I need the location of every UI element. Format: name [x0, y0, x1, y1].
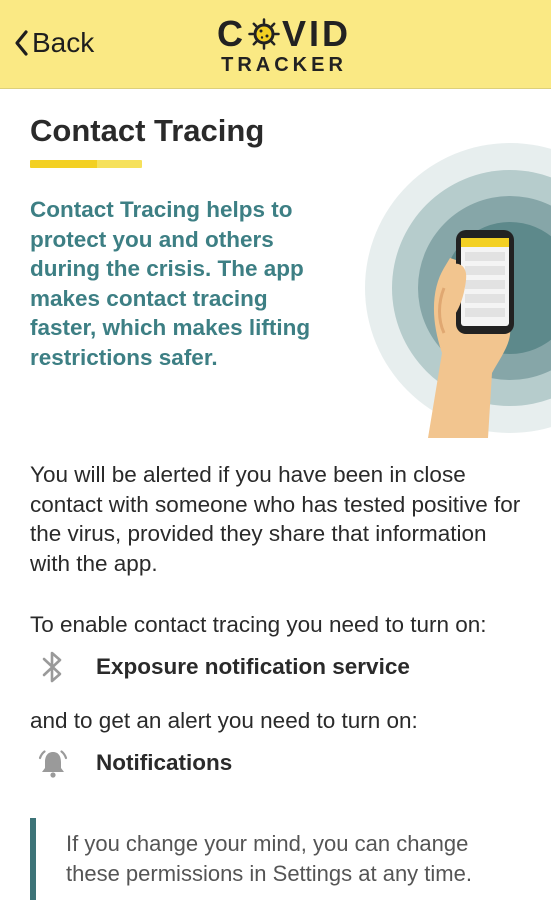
note-accent-bar	[30, 818, 36, 900]
back-button[interactable]: Back	[12, 26, 94, 60]
chevron-left-icon	[15, 30, 28, 56]
permission-exposure-notification: Exposure notification service	[36, 650, 410, 684]
permission-1-label: Exposure notification service	[96, 654, 410, 679]
settings-note: If you change your mind, you can change …	[66, 831, 472, 886]
permission-notifications: Notifications	[36, 746, 232, 780]
covid-tracker-logo: C VID TRACKER	[216, 13, 351, 77]
enable-instruction: To enable contact tracing you need to tu…	[30, 612, 487, 637]
virus-icon	[248, 18, 280, 50]
bell-icon	[36, 746, 70, 780]
intro-text: Contact Tracing helps to protect you and…	[30, 197, 311, 370]
page-title: Contact Tracing	[30, 113, 265, 148]
back-label: Back	[32, 27, 95, 58]
app-header: Back C VID TRACKER	[0, 0, 551, 89]
bluetooth-icon	[36, 650, 70, 684]
title-underline	[30, 160, 142, 168]
phone-hand-illustration	[365, 143, 551, 438]
permission-2-label: Notifications	[96, 750, 233, 775]
alert-instruction: and to get an alert you need to turn on:	[30, 708, 418, 733]
description-text: You will be alerted if you have been in …	[30, 462, 521, 576]
